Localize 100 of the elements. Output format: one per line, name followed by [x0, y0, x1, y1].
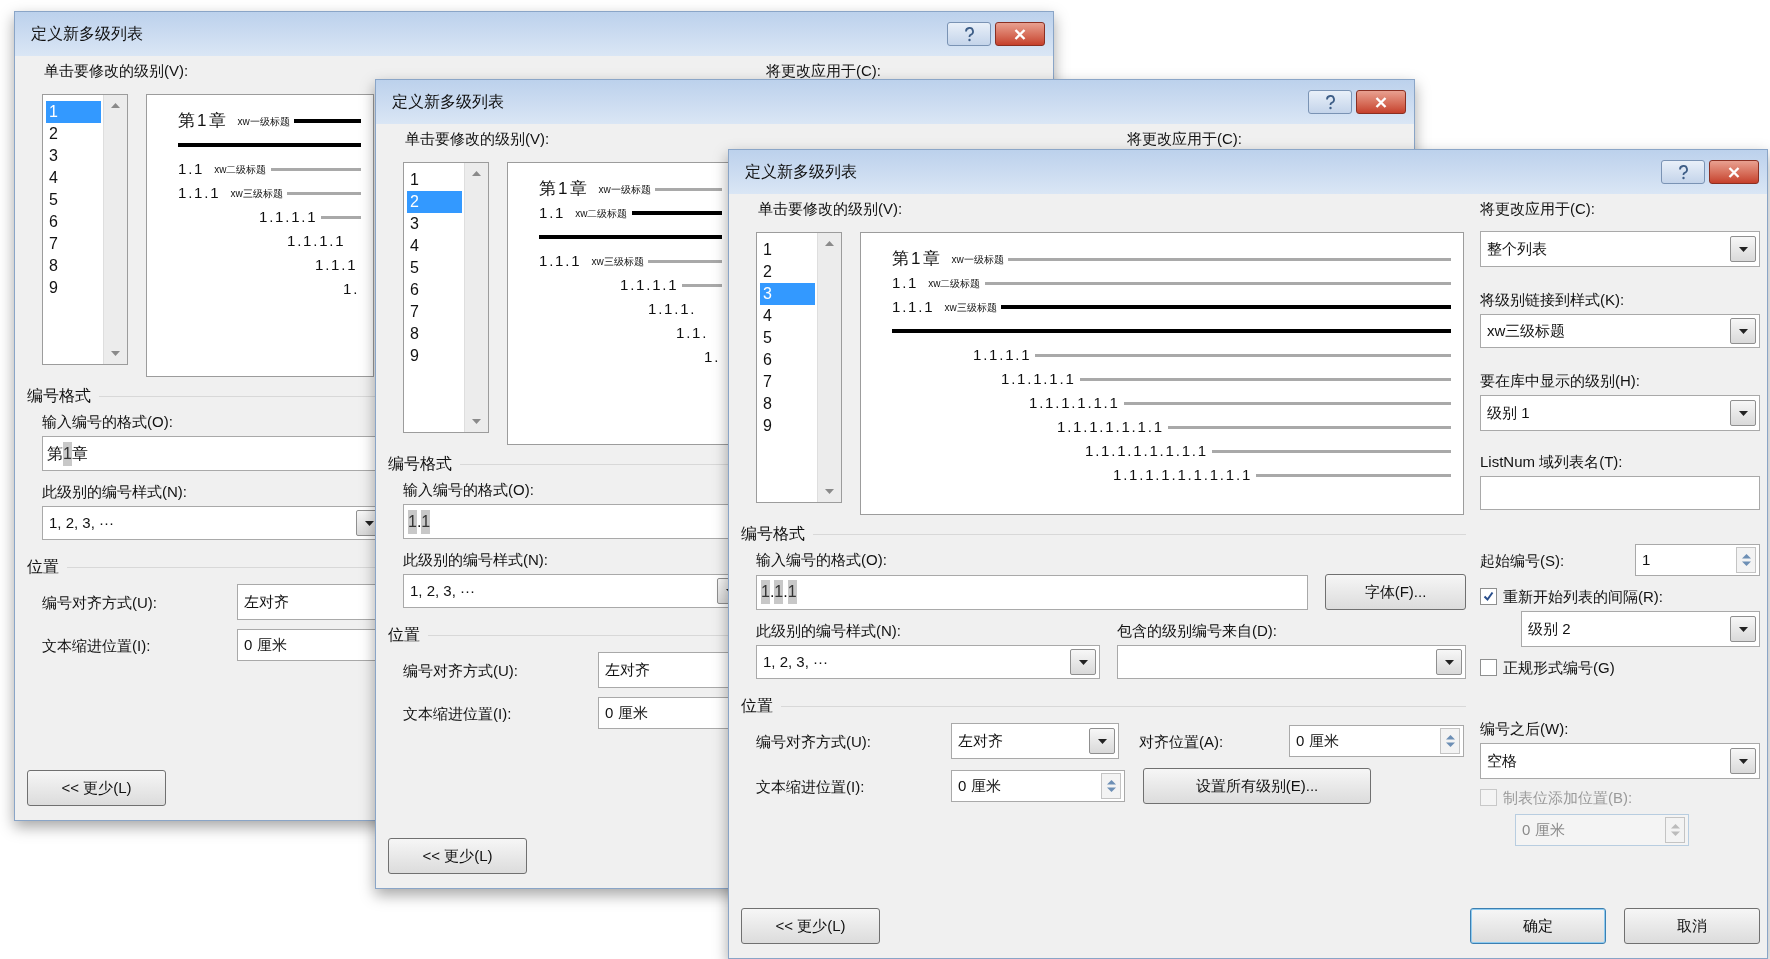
field-label: 起始编号(S): — [1480, 551, 1565, 569]
level-item[interactable]: 9 — [46, 277, 101, 299]
preview-style-label: xw一级标题 — [598, 182, 651, 197]
spinner-arrows-icon — [1106, 779, 1116, 793]
preview-style-label: xw三级标题 — [944, 300, 997, 315]
less-button[interactable]: << 更少(L) — [27, 770, 166, 806]
field-label: 输入编号的格式(O): — [42, 413, 173, 430]
start-number-spinner[interactable]: 1 — [1635, 544, 1760, 576]
field-label: 此级别的编号样式(N): — [42, 483, 187, 500]
field-label: 将级别链接到样式(K): — [1480, 291, 1625, 308]
preview-number: 1.1.1 — [178, 182, 221, 203]
preview-number: 1. — [343, 278, 360, 299]
close-icon — [1014, 28, 1026, 40]
align-at-spinner[interactable]: 0 厘米 — [1289, 725, 1464, 757]
level-item[interactable]: 8 — [760, 393, 815, 415]
preview-number: 1.1.1.1.1.1 — [1029, 392, 1120, 413]
restart-level-dropdown[interactable]: 级别 2 — [1521, 611, 1760, 647]
close-icon — [1728, 166, 1740, 178]
level-item[interactable]: 7 — [760, 371, 815, 393]
cancel-button[interactable]: 取消 — [1624, 908, 1760, 944]
section-heading: 编号格式 — [27, 387, 91, 405]
less-button[interactable]: << 更少(L) — [388, 838, 527, 874]
caret-icon — [1444, 659, 1454, 665]
font-button[interactable]: 字体(F)... — [1325, 574, 1466, 610]
field-label: 此级别的编号样式(N): — [756, 622, 901, 639]
close-button[interactable] — [995, 22, 1045, 46]
preview-style-label: xw二级标题 — [214, 162, 267, 177]
close-button[interactable] — [1709, 160, 1759, 184]
level-list[interactable]: 1 2 3 4 5 6 7 8 9 — [42, 94, 128, 365]
level-item[interactable]: 2 — [760, 261, 815, 283]
preview-number: 1.1.1.1 — [620, 274, 679, 295]
help-button[interactable] — [1308, 90, 1352, 114]
level-item[interactable]: 7 — [46, 233, 101, 255]
level-item[interactable]: 4 — [46, 167, 101, 189]
preview-number: 第1章 — [539, 178, 589, 201]
field-label: 将更改应用于(C): — [766, 62, 881, 79]
level-item[interactable]: 6 — [407, 279, 462, 301]
help-icon — [1677, 164, 1689, 180]
number-style-dropdown[interactable]: 1, 2, 3, ··· — [756, 645, 1100, 679]
apply-to-dropdown[interactable]: 整个列表 — [1480, 231, 1760, 267]
scroll-down-icon[interactable] — [472, 419, 481, 424]
level-item[interactable]: 9 — [407, 345, 462, 367]
preview-number: 1.1.1 — [315, 254, 358, 275]
field-label: 将更改应用于(C): — [1480, 200, 1595, 217]
level-item[interactable]: 1 — [407, 169, 462, 191]
level-item[interactable]: 3 — [46, 145, 101, 167]
level-item[interactable]: 5 — [760, 327, 815, 349]
include-level-dropdown[interactable] — [1117, 645, 1466, 679]
level-item[interactable]: 3 — [407, 213, 462, 235]
less-button[interactable]: << 更少(L) — [741, 908, 880, 944]
input-field[interactable]: 1.1.1 — [756, 574, 1308, 610]
level-item[interactable]: 6 — [46, 211, 101, 233]
preview-number: 1.1.1 — [539, 250, 582, 271]
gallery-level-dropdown[interactable]: 级别 1 — [1480, 395, 1760, 431]
help-button[interactable] — [1661, 160, 1705, 184]
caret-icon — [364, 520, 374, 526]
level-item[interactable]: 1 — [760, 239, 815, 261]
caret-icon — [1738, 410, 1748, 416]
link-style-dropdown[interactable]: xw三级标题 — [1480, 314, 1760, 348]
field-label: 文本缩进位置(I): — [756, 777, 866, 795]
level-item[interactable]: 5 — [407, 257, 462, 279]
level-item[interactable]: 6 — [760, 349, 815, 371]
checkbox[interactable] — [1480, 588, 1497, 605]
alignment-dropdown[interactable]: 左对齐 — [951, 723, 1119, 759]
ok-button[interactable]: 确定 — [1470, 908, 1606, 944]
preview-number: 1.1.1.1 — [973, 344, 1032, 365]
preview-number: 1.1.1.1.1.1.1 — [1057, 416, 1164, 437]
input-field[interactable] — [1480, 476, 1760, 510]
level-item[interactable]: 5 — [46, 189, 101, 211]
field-label: 单击要修改的级别(V): — [44, 62, 189, 79]
preview-number: 1.1 — [178, 158, 205, 179]
indent-spinner[interactable]: 0 厘米 — [951, 770, 1125, 802]
help-button[interactable] — [947, 22, 991, 46]
checkbox[interactable] — [1480, 659, 1497, 676]
field-label: 单击要修改的级别(V): — [405, 130, 550, 147]
caret-icon — [1738, 246, 1748, 252]
level-item[interactable]: 2 — [46, 123, 101, 145]
level-list[interactable]: 1 2 3 4 5 6 7 8 9 — [756, 232, 842, 503]
preview-style-label: xw一级标题 — [237, 114, 290, 129]
level-item[interactable]: 7 — [407, 301, 462, 323]
preview-number: 1.1. — [676, 322, 709, 343]
level-list[interactable]: 1 2 3 4 5 6 7 8 9 — [403, 162, 489, 433]
spinner-arrows-icon — [1445, 734, 1455, 748]
field-label: 编号之后(W): — [1480, 720, 1569, 737]
scroll-down-icon[interactable] — [111, 351, 120, 356]
set-all-levels-button[interactable]: 设置所有级别(E)... — [1143, 768, 1371, 804]
follow-number-dropdown[interactable]: 空格 — [1480, 743, 1760, 779]
section-heading: 编号格式 — [388, 455, 452, 473]
level-item[interactable]: 8 — [46, 255, 101, 277]
level-item[interactable]: 4 — [407, 235, 462, 257]
field-label: 将更改应用于(C): — [1127, 130, 1242, 147]
preview-number: 第1章 — [892, 248, 942, 271]
level-item[interactable]: 4 — [760, 305, 815, 327]
close-button[interactable] — [1356, 90, 1406, 114]
level-item[interactable]: 8 — [407, 323, 462, 345]
section-heading: 编号格式 — [741, 525, 805, 543]
scroll-down-icon[interactable] — [825, 489, 834, 494]
checkbox-label: 正规形式编号(G) — [1503, 659, 1615, 676]
level-item[interactable]: 9 — [760, 415, 815, 437]
help-icon — [963, 26, 975, 42]
